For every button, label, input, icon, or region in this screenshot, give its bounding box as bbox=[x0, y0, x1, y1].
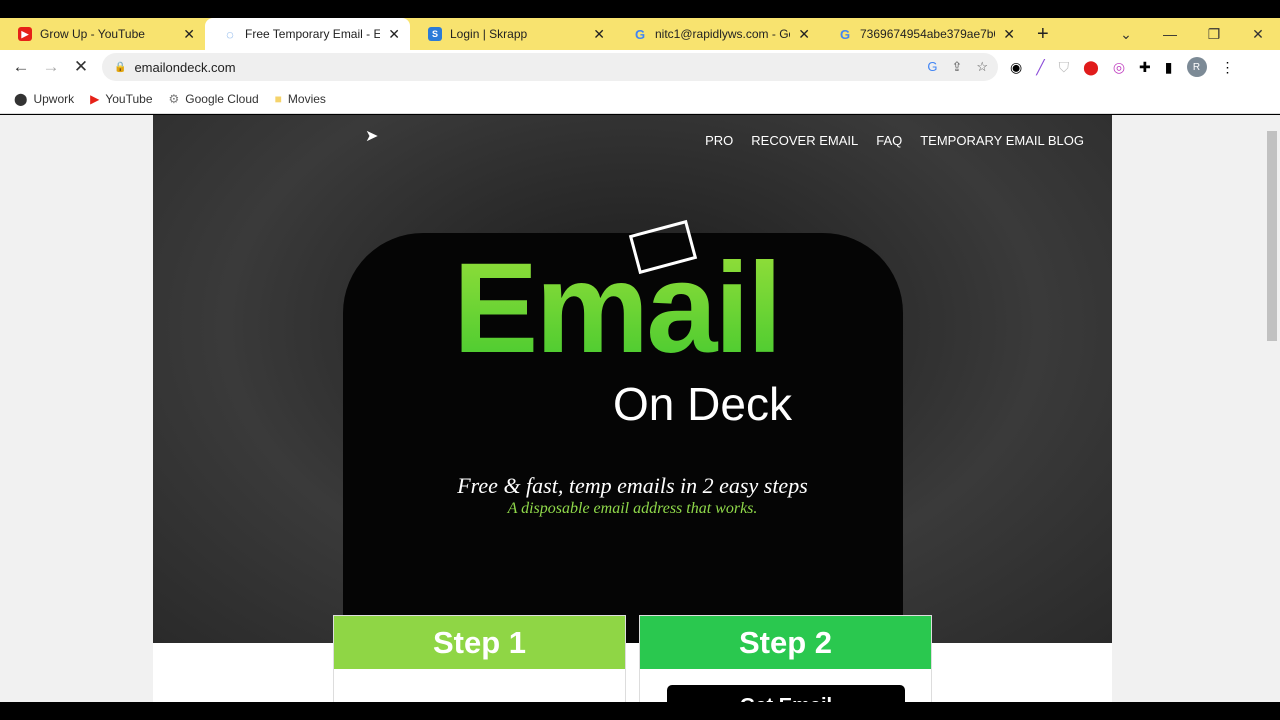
bookmark-movies[interactable]: ■ Movies bbox=[275, 92, 326, 106]
puzzle-icon[interactable]: ✚ bbox=[1139, 59, 1151, 76]
google-icon: G bbox=[839, 26, 851, 42]
forward-button[interactable]: → bbox=[36, 57, 66, 77]
close-icon[interactable]: ✕ bbox=[798, 26, 810, 43]
tagline: Free & fast, temp emails in 2 easy steps bbox=[457, 473, 808, 498]
nav-blog[interactable]: TEMPORARY EMAIL BLOG bbox=[920, 133, 1084, 148]
nav-pro[interactable]: PRO bbox=[705, 133, 733, 148]
scrollbar[interactable] bbox=[1264, 115, 1280, 702]
close-icon[interactable]: ✕ bbox=[593, 26, 605, 43]
close-icon[interactable]: ✕ bbox=[1003, 26, 1015, 43]
scrollbar-thumb[interactable] bbox=[1267, 131, 1277, 341]
bookmark-label: Movies bbox=[287, 91, 326, 106]
url-text: emailondeck.com bbox=[134, 59, 236, 75]
youtube-icon: ▶ bbox=[18, 27, 32, 41]
new-tab-button[interactable]: + bbox=[1037, 23, 1049, 46]
tab-title: nitc1@rapidlyws.com - Goog bbox=[655, 27, 790, 41]
loading-icon: ◌ bbox=[226, 26, 234, 42]
browser-toolbar: ← → ✕ 🔒 emailondeck.com G ⇪ ☆ ◉ ╱ ⛉ ⬤ ◎ ✚ … bbox=[0, 50, 1280, 84]
close-icon[interactable]: ✕ bbox=[388, 26, 400, 43]
bookmarks-bar: ⬤ Upwork ▶ YouTube ⚙ Google Cloud ■ Movies bbox=[0, 84, 1280, 114]
site-nav: PRO RECOVER EMAIL FAQ TEMPORARY EMAIL BL… bbox=[705, 133, 1084, 148]
side-panel-icon[interactable]: ▮ bbox=[1165, 59, 1173, 76]
bookmark-label: Upwork bbox=[33, 91, 75, 106]
step-2-card: Step 2 Get Email bbox=[639, 615, 932, 702]
lock-icon: 🔒 bbox=[114, 61, 127, 73]
hero-section: PRO RECOVER EMAIL FAQ TEMPORARY EMAIL BL… bbox=[153, 115, 1112, 673]
subtagline: A disposable email address that works. bbox=[507, 500, 758, 517]
tab-skrapp[interactable]: S Login | Skrapp ✕ bbox=[410, 18, 615, 50]
step-title: Step 2 bbox=[640, 616, 931, 669]
folder-icon: ■ bbox=[274, 91, 282, 106]
tab-search-icon[interactable]: ⌄ bbox=[1104, 26, 1148, 43]
star-icon[interactable]: ☆ bbox=[976, 59, 988, 75]
nav-recover-email[interactable]: RECOVER EMAIL bbox=[751, 133, 858, 148]
tab-strip: ▶ Grow Up - YouTube ✕ ◌ Free Temporary Emai… bbox=[0, 18, 1280, 50]
bookmark-label: Google Cloud bbox=[185, 91, 259, 106]
get-email-button[interactable]: Get Email bbox=[667, 685, 905, 702]
stop-loading-button[interactable]: ✕ bbox=[66, 57, 96, 77]
share-icon[interactable]: ⇪ bbox=[951, 59, 962, 75]
google-lens-icon[interactable]: G bbox=[927, 59, 937, 75]
tab-title: Grow Up - YouTube bbox=[40, 27, 145, 41]
logo-email[interactable]: Email bbox=[453, 235, 782, 382]
color-extension-icon[interactable]: ◎ bbox=[1113, 59, 1125, 76]
tab-gmail[interactable]: Gnitc1@rapidlyws.com - Goog ✕ bbox=[615, 18, 820, 50]
opera-extension-icon[interactable]: ⬤ bbox=[1083, 59, 1099, 76]
tab-title: Free Temporary Email - Email bbox=[245, 27, 381, 41]
google-icon: G bbox=[634, 26, 646, 42]
bookmark-google-cloud[interactable]: ⚙ Google Cloud bbox=[169, 92, 259, 106]
bookmark-youtube[interactable]: ▶ YouTube bbox=[90, 92, 152, 106]
logo-on-deck: On Deck bbox=[613, 378, 792, 430]
mouse-cursor-icon: ➤ bbox=[365, 128, 379, 145]
avatar[interactable]: R bbox=[1186, 57, 1207, 77]
screen-bottom bbox=[0, 702, 1280, 720]
shield-extension-icon[interactable]: ⛉ bbox=[1059, 59, 1070, 76]
address-bar[interactable]: 🔒 emailondeck.com G ⇪ ☆ bbox=[102, 53, 998, 81]
tab-google[interactable]: G 7369674954abe379ae7b079 ✕ bbox=[820, 18, 1025, 50]
nav-faq[interactable]: FAQ bbox=[876, 133, 902, 148]
extension-icon[interactable]: ◉ bbox=[1010, 59, 1022, 76]
skrapp-icon: S bbox=[428, 27, 442, 41]
youtube-icon: ▶ bbox=[90, 91, 100, 106]
content-area bbox=[153, 643, 1112, 702]
minimize-button[interactable]: — bbox=[1148, 26, 1192, 42]
bookmark-label: YouTube bbox=[105, 91, 153, 106]
step-1-card: Step 1 bbox=[333, 615, 626, 702]
tab-title: Login | Skrapp bbox=[450, 27, 528, 41]
page-content: PRO RECOVER EMAIL FAQ TEMPORARY EMAIL BL… bbox=[0, 115, 1264, 702]
bookmark-upwork[interactable]: ⬤ Upwork bbox=[14, 92, 74, 106]
close-window-button[interactable]: ✕ bbox=[1236, 26, 1280, 43]
tab-emailondeck[interactable]: ◌ Free Temporary Email - Email ✕ bbox=[205, 18, 410, 50]
back-button[interactable]: ← bbox=[6, 57, 36, 77]
screen-top bbox=[0, 0, 1280, 18]
google-cloud-icon: ⚙ bbox=[168, 91, 180, 106]
tab-youtube[interactable]: ▶ Grow Up - YouTube ✕ bbox=[0, 18, 205, 50]
step-title: Step 1 bbox=[334, 616, 625, 669]
restore-button[interactable]: ❐ bbox=[1192, 26, 1236, 43]
pen-extension-icon[interactable]: ╱ bbox=[1036, 59, 1044, 76]
tab-title: 7369674954abe379ae7b079 bbox=[860, 27, 995, 41]
menu-icon[interactable]: ⋮ bbox=[1221, 59, 1235, 76]
upwork-icon: ⬤ bbox=[14, 91, 28, 106]
close-icon[interactable]: ✕ bbox=[183, 26, 195, 43]
